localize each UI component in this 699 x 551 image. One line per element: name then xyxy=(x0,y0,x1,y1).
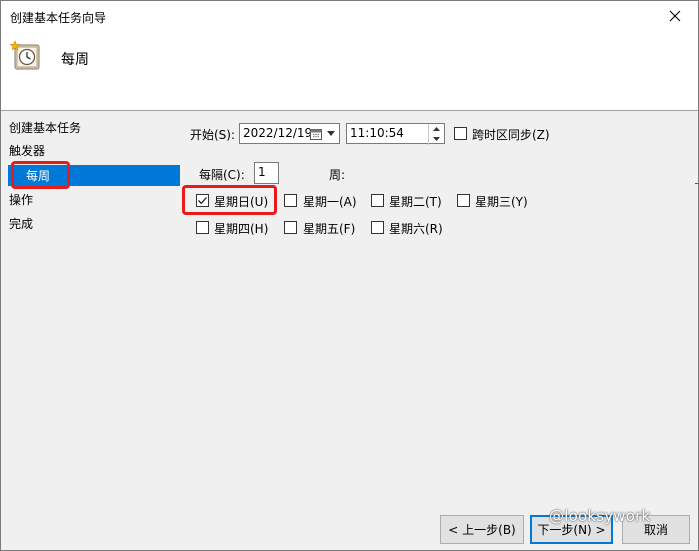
edge-tick xyxy=(695,183,698,184)
monday-checkbox[interactable] xyxy=(284,194,297,207)
recur-unit: 周: xyxy=(329,168,346,182)
close-icon xyxy=(669,10,681,22)
nav-item-create-basic-task[interactable]: 创建基本任务 xyxy=(9,119,81,136)
friday-label[interactable]: 星期五(F) xyxy=(303,220,355,237)
sync-timezone-label[interactable]: 跨时区同步(Z) xyxy=(472,126,550,143)
spin-up-button[interactable] xyxy=(429,124,444,134)
thursday-checkbox[interactable] xyxy=(196,221,209,234)
recur-value: 1 xyxy=(258,165,266,179)
wednesday-label[interactable]: 星期三(Y) xyxy=(475,193,528,210)
thursday-label[interactable]: 星期四(H) xyxy=(214,220,268,237)
wizard-header: 每周 xyxy=(1,31,698,111)
clock-task-icon xyxy=(9,40,40,70)
saturday-label[interactable]: 星期六(R) xyxy=(389,220,443,237)
spin-down-button[interactable] xyxy=(429,134,444,144)
nav-item-trigger[interactable]: 触发器 xyxy=(9,142,45,159)
wizard-content: 创建基本任务 触发器 每周 操作 完成 开始(S): 2022/12/19 11… xyxy=(1,111,698,550)
nav-item-action[interactable]: 操作 xyxy=(9,191,33,208)
chevron-down-icon xyxy=(327,131,335,136)
calendar-icon xyxy=(310,129,322,140)
start-time-value: 11:10:54 xyxy=(350,126,404,140)
start-time-spinner[interactable]: 11:10:54 xyxy=(346,123,445,145)
nav-item-finish[interactable]: 完成 xyxy=(9,215,33,232)
close-button[interactable] xyxy=(652,1,698,31)
chevron-down-icon xyxy=(433,137,440,141)
chevron-up-icon xyxy=(433,127,440,131)
highlight-box-sunday xyxy=(182,185,277,215)
saturday-checkbox[interactable] xyxy=(371,221,384,234)
tuesday-checkbox[interactable] xyxy=(371,194,384,207)
start-date-picker[interactable]: 2022/12/19 xyxy=(239,123,340,144)
start-label: 开始(S): xyxy=(190,128,236,142)
start-date-value: 2022/12/19 xyxy=(243,126,313,140)
sync-timezone-checkbox[interactable] xyxy=(454,127,467,140)
back-button[interactable]: < 上一步(B) xyxy=(440,515,524,544)
monday-label[interactable]: 星期一(A) xyxy=(303,193,357,210)
time-spin-buttons[interactable] xyxy=(428,124,444,145)
tuesday-label[interactable]: 星期二(T) xyxy=(389,193,442,210)
recur-label: 每隔(C): xyxy=(199,168,245,182)
wizard-window: 创建基本任务向导 每周 创建基本任务 触发器 每周 操作 完成 开始(S): 2… xyxy=(0,0,699,551)
wednesday-checkbox[interactable] xyxy=(457,194,470,207)
window-title: 创建基本任务向导 xyxy=(10,11,107,25)
title-bar: 创建基本任务向导 xyxy=(1,1,698,31)
highlight-box-nav xyxy=(11,161,70,189)
recur-input[interactable]: 1 xyxy=(254,162,279,184)
page-title: 每周 xyxy=(61,52,89,68)
friday-checkbox[interactable] xyxy=(284,221,297,234)
watermark: @looksywork xyxy=(549,507,651,525)
